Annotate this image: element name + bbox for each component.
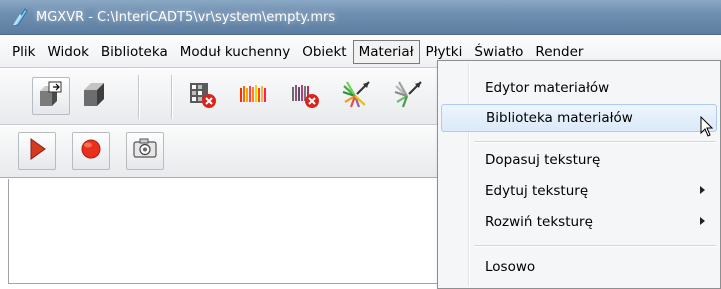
- material-dropdown-menu: Edytor materiałów Biblioteka materiałów …: [437, 60, 721, 289]
- material-delete-button[interactable]: [183, 77, 221, 115]
- menu-item-dopasuj-teksture[interactable]: Dopasuj teksturę: [441, 146, 717, 174]
- mouse-cursor-icon: [700, 115, 714, 142]
- app-logo-icon: [12, 8, 28, 26]
- solid-box-button[interactable]: [76, 77, 114, 115]
- menu-item-label: Edytuj teksturę: [485, 183, 589, 199]
- texture-rays-button[interactable]: [338, 77, 376, 115]
- copy-object-icon: [36, 79, 66, 113]
- menu-item-biblioteka-materialow[interactable]: Biblioteka materiałów: [441, 104, 717, 132]
- menu-separator: [474, 141, 716, 142]
- menu-item-edytuj-teksture[interactable]: Edytuj teksturę: [441, 177, 717, 205]
- menu-separator: [474, 245, 716, 246]
- record-icon: [79, 137, 103, 165]
- color-bars-icon: [237, 78, 269, 114]
- material-delete-icon: [186, 78, 218, 114]
- menu-item-rozwin-teksture[interactable]: Rozwiń teksturę: [441, 208, 717, 236]
- menu-modul-kuchenny[interactable]: Moduł kuchenny: [174, 40, 297, 64]
- toolbar-separator: [171, 75, 172, 119]
- texture-rays-2-icon: [393, 78, 425, 114]
- menu-item-label: Dopasuj teksturę: [485, 152, 601, 168]
- menu-plik[interactable]: Plik: [6, 40, 41, 64]
- camera-button[interactable]: [126, 132, 164, 170]
- color-bars-delete-button[interactable]: [286, 77, 324, 115]
- play-button[interactable]: [18, 132, 56, 170]
- color-bars-button[interactable]: [234, 77, 272, 115]
- solid-box-icon: [80, 79, 110, 113]
- menu-obiekt[interactable]: Obiekt: [296, 40, 352, 64]
- window-title: MGXVR - C:\InteriCADT5\vr\system\empty.m…: [36, 9, 336, 25]
- menu-item-label: Losowo: [485, 259, 536, 275]
- camera-icon: [132, 138, 158, 164]
- menu-biblioteka[interactable]: Biblioteka: [95, 40, 174, 64]
- menu-item-edytor-materialow[interactable]: Edytor materiałów: [441, 74, 717, 102]
- submenu-arrow-icon: [700, 186, 705, 194]
- title-bar: MGXVR - C:\InteriCADT5\vr\system\empty.m…: [0, 0, 721, 35]
- toolbar-separator: [138, 75, 139, 119]
- menu-item-losowo[interactable]: Losowo: [441, 253, 717, 281]
- menu-item-label: Biblioteka materiałów: [486, 110, 633, 126]
- menu-item-label: Edytor materiałów: [485, 80, 610, 96]
- menu-item-label: Rozwiń teksturę: [485, 214, 593, 230]
- play-icon: [27, 137, 47, 165]
- menu-material[interactable]: Materiał: [352, 39, 420, 64]
- color-bars-delete-icon: [289, 78, 321, 114]
- record-button[interactable]: [72, 132, 110, 170]
- texture-rays-2-button[interactable]: [390, 77, 428, 115]
- texture-rays-icon: [341, 78, 373, 114]
- menu-widok[interactable]: Widok: [41, 40, 94, 64]
- submenu-arrow-icon: [700, 217, 705, 225]
- copy-object-button[interactable]: [32, 77, 70, 115]
